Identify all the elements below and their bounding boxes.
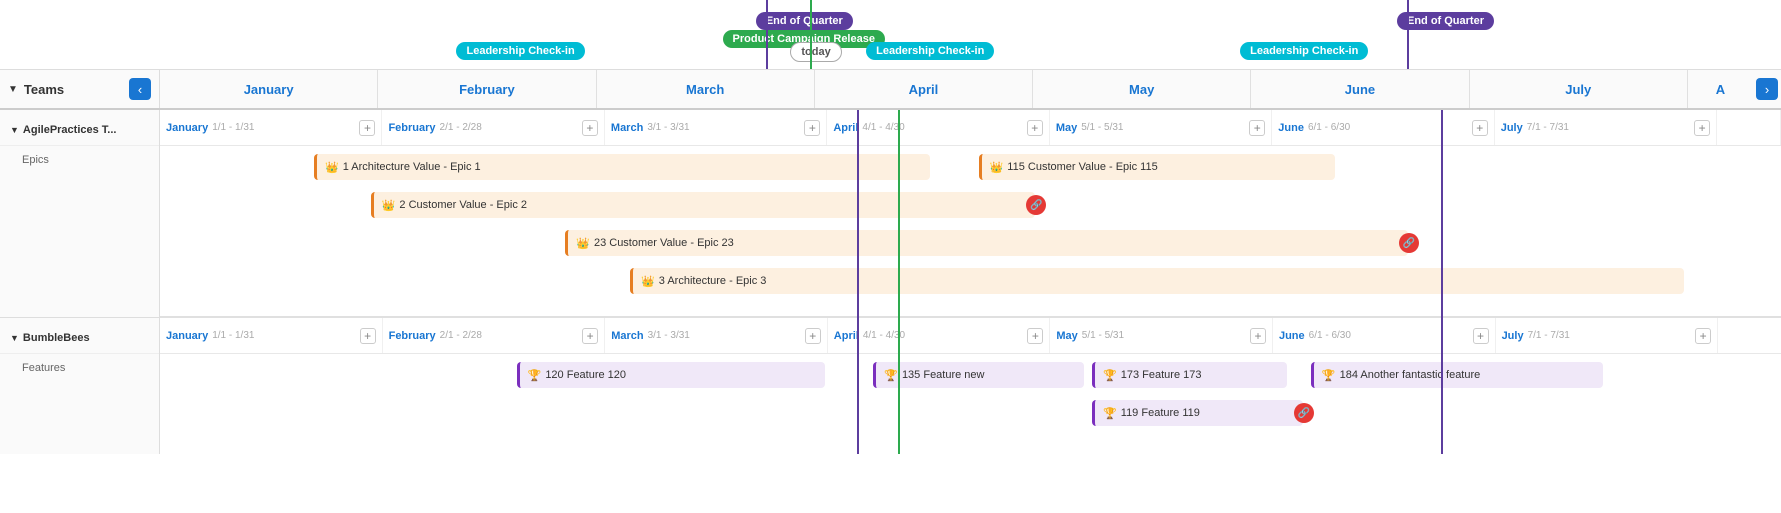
bees-month-subheader: January 1/1 - 1/31 + February 2/1 - 2/28… xyxy=(160,318,1781,354)
caret-icon: ▼ xyxy=(8,84,18,95)
epic-115-label: 115 Customer Value - Epic 115 xyxy=(1007,161,1157,173)
sidebar: ▼ AgilePractices T... Epics ▼ BumbleBees… xyxy=(0,110,160,454)
epic-2-label: 2 Customer Value - Epic 2 xyxy=(399,199,527,211)
feature-120-bar[interactable]: 🏆 120 Feature 120 xyxy=(517,362,825,388)
bees-may-cell: May 5/1 - 5/31 + xyxy=(1050,318,1273,353)
month-may-header: May xyxy=(1033,70,1251,108)
add-bees-jan-btn[interactable]: + xyxy=(360,328,376,344)
agile-jun-cell: June 6/1 - 6/30 + xyxy=(1272,110,1494,145)
agile-aug-stub xyxy=(1717,110,1781,145)
bumblebees-team-name: BumbleBees xyxy=(23,332,90,344)
bees-jan-cell: January 1/1 - 1/31 + xyxy=(160,318,383,353)
add-bees-jul-btn[interactable]: + xyxy=(1695,328,1711,344)
add-bees-feb-btn[interactable]: + xyxy=(582,328,598,344)
add-agile-may-btn[interactable]: + xyxy=(1249,120,1265,136)
add-agile-mar-btn[interactable]: + xyxy=(804,120,820,136)
agile-jul-cell: July 7/1 - 7/31 + xyxy=(1495,110,1717,145)
month-jul-header: July xyxy=(1470,70,1688,108)
agile-jan-cell: January 1/1 - 1/31 + xyxy=(160,110,382,145)
end-of-quarter-2-tag: End of Quarter xyxy=(1397,12,1494,30)
add-agile-jul-btn[interactable]: + xyxy=(1694,120,1710,136)
epic-2-link-icon: 🔗 xyxy=(1026,195,1046,215)
teams-label: Teams xyxy=(24,82,64,97)
months-header: January February March April May June Ju… xyxy=(160,70,1781,108)
today-tag: today xyxy=(790,42,841,62)
add-bees-apr-btn[interactable]: + xyxy=(1027,328,1043,344)
feature-119-bar[interactable]: 🏆 119 Feature 119 🔗 xyxy=(1092,400,1303,426)
bees-jul-cell: July 7/1 - 7/31 + xyxy=(1496,318,1719,353)
feature-119-label: 119 Feature 119 xyxy=(1121,407,1200,419)
feature-173-bar[interactable]: 🏆 173 Feature 173 xyxy=(1092,362,1287,388)
add-bees-mar-btn[interactable]: + xyxy=(805,328,821,344)
epic-23-bar[interactable]: 👑 23 Customer Value - Epic 23 🔗 xyxy=(565,230,1408,256)
bees-apr-cell: April 4/1 - 4/30 + xyxy=(828,318,1051,353)
epic-3-bar[interactable]: 👑 3 Architecture - Epic 3 xyxy=(630,268,1684,294)
epic-2-bar[interactable]: 👑 2 Customer Value - Epic 2 🔗 xyxy=(371,192,1036,218)
agile-month-subheader: January 1/1 - 1/31 + February 2/1 - 2/28… xyxy=(160,110,1781,146)
month-apr-header: April xyxy=(815,70,1033,108)
sidebar-team-bumblebees[interactable]: ▼ BumbleBees xyxy=(0,318,159,354)
bees-bars-area: 🏆 120 Feature 120 🏆 135 Feature new 🏆 17… xyxy=(160,354,1781,454)
timeline-container: Leadership Check-in End of Quarter Produ… xyxy=(0,0,1781,513)
gantt-area: January 1/1 - 1/31 + February 2/1 - 2/28… xyxy=(160,110,1781,454)
epic-1-bar[interactable]: 👑 1 Architecture Value - Epic 1 xyxy=(314,154,930,180)
month-aug-header: A xyxy=(1688,70,1753,108)
agile-bars-area: 👑 1 Architecture Value - Epic 1 👑 115 Cu… xyxy=(160,146,1781,318)
leadership-checkin-1-tag: Leadership Check-in xyxy=(456,42,584,60)
epic-23-label: 23 Customer Value - Epic 23 xyxy=(594,237,734,249)
feature-184-label: 184 Another fantastic feature xyxy=(1340,369,1481,381)
month-jun-header: June xyxy=(1251,70,1469,108)
agile-feb-cell: February 2/1 - 2/28 + xyxy=(382,110,604,145)
agile-may-cell: May 5/1 - 5/31 + xyxy=(1050,110,1272,145)
bees-aug-stub xyxy=(1718,318,1781,353)
agile-apr-cell: April 4/1 - 4/30 + xyxy=(827,110,1049,145)
feature-135-bar[interactable]: 🏆 135 Feature new xyxy=(873,362,1084,388)
epic-115-bar[interactable]: 👑 115 Customer Value - Epic 115 xyxy=(979,154,1336,180)
bees-jun-cell: June 6/1 - 6/30 + xyxy=(1273,318,1496,353)
leadership-checkin-3-tag: Leadership Check-in xyxy=(1240,42,1368,60)
sidebar-team-agile[interactable]: ▼ AgilePractices T... xyxy=(0,110,159,146)
feature-184-bar[interactable]: 🏆 184 Another fantastic feature xyxy=(1311,362,1603,388)
sidebar-header: ▼ Teams ‹ xyxy=(0,70,160,108)
month-feb-header: February xyxy=(378,70,596,108)
expand-bumblebees-icon: ▼ xyxy=(10,333,19,343)
main-content: ▼ AgilePractices T... Epics ▼ BumbleBees… xyxy=(0,110,1781,454)
agile-bars-spacer xyxy=(0,174,159,318)
nav-next-button[interactable]: › xyxy=(1756,78,1778,100)
sidebar-features-label: Features xyxy=(0,354,159,382)
feature-119-link-icon: 🔗 xyxy=(1294,403,1314,423)
epic-23-link-icon: 🔗 xyxy=(1399,233,1419,253)
feature-173-label: 173 Feature 173 xyxy=(1121,369,1202,381)
add-bees-jun-btn[interactable]: + xyxy=(1473,328,1489,344)
leadership-checkin-2-tag: Leadership Check-in xyxy=(866,42,994,60)
add-agile-jun-btn[interactable]: + xyxy=(1472,120,1488,136)
expand-agile-icon: ▼ xyxy=(10,125,19,135)
epic-1-label: 1 Architecture Value - Epic 1 xyxy=(343,161,481,173)
epic-3-label: 3 Architecture - Epic 3 xyxy=(659,275,767,287)
agile-team-name: AgilePractices T... xyxy=(23,124,117,136)
sidebar-epics-label: Epics xyxy=(0,146,159,174)
bees-mar-cell: March 3/1 - 3/31 + xyxy=(605,318,828,353)
bees-feb-cell: February 2/1 - 2/28 + xyxy=(383,318,606,353)
add-agile-feb-btn[interactable]: + xyxy=(582,120,598,136)
add-agile-jan-btn[interactable]: + xyxy=(359,120,375,136)
add-agile-apr-btn[interactable]: + xyxy=(1027,120,1043,136)
feature-120-label: 120 Feature 120 xyxy=(545,369,626,381)
add-bees-may-btn[interactable]: + xyxy=(1250,328,1266,344)
end-of-quarter-1-tag: End of Quarter xyxy=(756,12,853,30)
feature-135-label: 135 Feature new xyxy=(902,369,985,381)
nav-prev-button[interactable]: ‹ xyxy=(129,78,151,100)
header-row: ▼ Teams ‹ January February March April M… xyxy=(0,70,1781,110)
agile-mar-cell: March 3/1 - 3/31 + xyxy=(605,110,827,145)
month-mar-header: March xyxy=(597,70,815,108)
month-jan-header: January xyxy=(160,70,378,108)
